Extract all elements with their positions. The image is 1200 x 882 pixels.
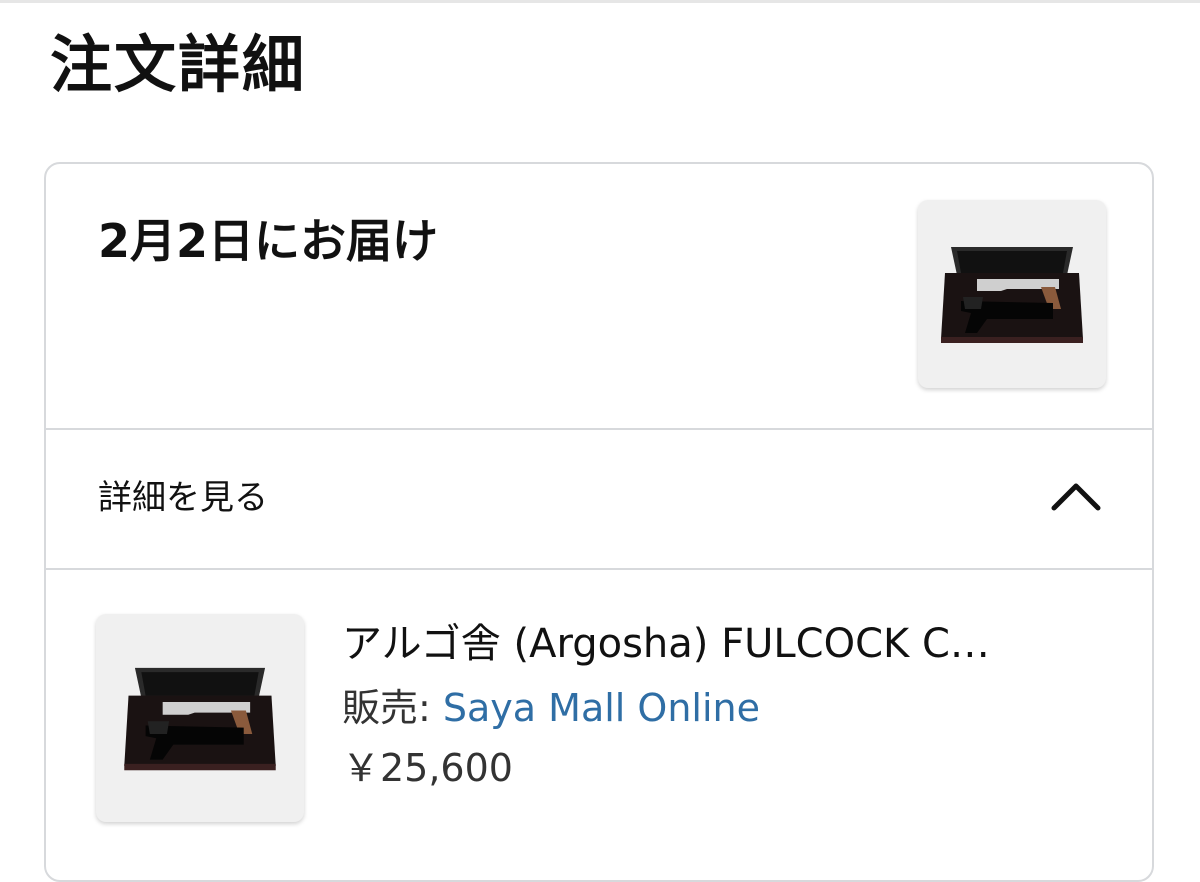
pistol-in-case-image	[124, 667, 276, 771]
page-title: 注文詳細	[50, 28, 307, 101]
view-details-label: 詳細を見る	[98, 478, 268, 518]
item-name-link[interactable]: アルゴ舎 (Argosha) FULCOCK C…	[342, 620, 990, 668]
view-details-toggle[interactable]: 詳細を見る	[46, 430, 1152, 570]
top-divider	[0, 0, 1200, 3]
order-item: アルゴ舎 (Argosha) FULCOCK C… 販売: Saya Mall …	[46, 570, 1152, 880]
item-seller: 販売: Saya Mall Online	[342, 686, 760, 732]
delivery-section: 2月2日にお届け	[46, 164, 1152, 430]
delivery-date-title: 2月2日にお届け	[98, 214, 439, 268]
chevron-up-icon[interactable]	[1048, 476, 1104, 516]
seller-label: 販売:	[342, 686, 443, 730]
item-thumbnail[interactable]	[96, 614, 304, 822]
pistol-in-case-image	[941, 247, 1083, 343]
item-price: ￥25,600	[342, 746, 513, 790]
seller-link[interactable]: Saya Mall Online	[443, 686, 760, 730]
order-card: 2月2日にお届け 詳細を見る アルゴ舎 (Argosha) FULCOCK C……	[44, 162, 1154, 882]
delivery-product-thumbnail[interactable]	[918, 200, 1106, 388]
